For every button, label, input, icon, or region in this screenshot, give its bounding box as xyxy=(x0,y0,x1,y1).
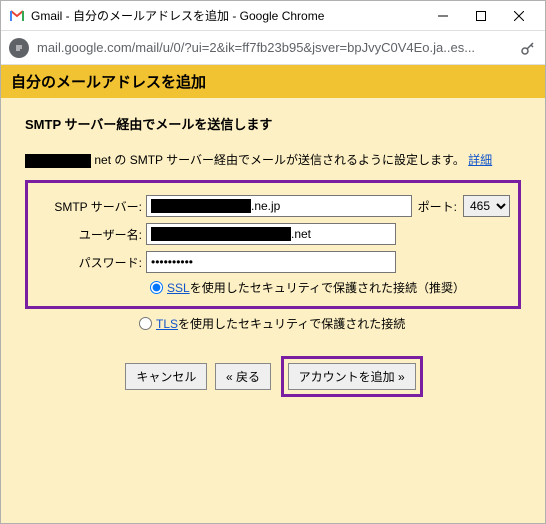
tls-radio[interactable] xyxy=(139,317,152,330)
page-content: 自分のメールアドレスを追加 SMTP サーバー経由でメールを送信します net … xyxy=(1,65,545,523)
ssl-link[interactable]: SSL xyxy=(167,281,190,295)
redacted-smtp-host xyxy=(151,199,251,213)
tls-link[interactable]: TLS xyxy=(156,317,178,331)
minimize-button[interactable] xyxy=(425,4,461,28)
close-button[interactable] xyxy=(501,4,537,28)
url-bar: mail.google.com/mail/u/0/?ui=2&ik=ff7fb2… xyxy=(1,31,545,65)
gmail-icon xyxy=(9,8,25,24)
add-account-highlight: アカウントを追加 » xyxy=(281,356,423,397)
smtp-server-input[interactable]: .ne.jp xyxy=(146,195,412,217)
smtp-server-label: SMTP サーバー: xyxy=(36,198,146,215)
detail-link[interactable]: 詳細 xyxy=(468,153,492,167)
username-input[interactable]: .net xyxy=(146,223,396,245)
minimize-icon xyxy=(438,11,448,21)
maximize-icon xyxy=(476,11,486,21)
password-value: •••••••••• xyxy=(151,255,193,269)
browser-window: Gmail - 自分のメールアドレスを追加 - Google Chrome ma… xyxy=(0,0,546,524)
password-input[interactable]: •••••••••• xyxy=(146,251,396,273)
tls-option-row: TLS を使用したセキュリティで保護された接続 xyxy=(139,315,521,332)
description-line: net の SMTP サーバー経由でメールが送信されるように設定します。 詳細 xyxy=(25,151,521,168)
smtp-server-suffix: .ne.jp xyxy=(251,199,280,213)
button-row: キャンセル « 戻る アカウントを追加 » xyxy=(25,356,521,397)
subtitle: SMTP サーバー経由でメールを送信します xyxy=(25,114,521,133)
redacted-domain xyxy=(25,154,91,168)
ssl-option-row: SSL を使用したセキュリティで保護された接続（推奨） xyxy=(150,279,510,296)
username-row: ユーザー名: .net xyxy=(36,223,510,245)
password-row: パスワード: •••••••••• xyxy=(36,251,510,273)
username-suffix: .net xyxy=(291,227,311,241)
window-controls xyxy=(425,4,537,28)
smtp-form-highlight: SMTP サーバー: .ne.jp ポート: 465 ユーザー名: .net xyxy=(25,180,521,309)
ssl-radio[interactable] xyxy=(150,281,163,294)
window-titlebar: Gmail - 自分のメールアドレスを追加 - Google Chrome xyxy=(1,1,545,31)
tls-text: を使用したセキュリティで保護された接続 xyxy=(178,315,405,332)
url-text[interactable]: mail.google.com/mail/u/0/?ui=2&ik=ff7fb2… xyxy=(37,40,511,55)
ssl-text: を使用したセキュリティで保護された接続（推奨） xyxy=(190,279,465,296)
cancel-button[interactable]: キャンセル xyxy=(125,363,207,390)
password-label: パスワード: xyxy=(36,254,146,271)
key-icon[interactable] xyxy=(519,39,537,57)
close-icon xyxy=(514,11,524,21)
window-title: Gmail - 自分のメールアドレスを追加 - Google Chrome xyxy=(31,7,425,24)
add-account-button[interactable]: アカウントを追加 » xyxy=(288,363,416,390)
port-label: ポート: xyxy=(418,198,457,215)
description-text: net の SMTP サーバー経由でメールが送信されるように設定します。 xyxy=(94,153,464,167)
page-header: 自分のメールアドレスを追加 xyxy=(1,65,545,98)
smtp-server-row: SMTP サーバー: .ne.jp ポート: 465 xyxy=(36,195,510,217)
maximize-button[interactable] xyxy=(463,4,499,28)
back-button[interactable]: « 戻る xyxy=(215,363,271,390)
username-label: ユーザー名: xyxy=(36,226,146,243)
page-title: 自分のメールアドレスを追加 xyxy=(11,71,535,92)
redacted-username xyxy=(151,227,291,241)
site-info-icon[interactable] xyxy=(9,38,29,58)
port-select[interactable]: 465 xyxy=(463,195,510,217)
body-area: SMTP サーバー経由でメールを送信します net の SMTP サーバー経由で… xyxy=(1,98,545,413)
